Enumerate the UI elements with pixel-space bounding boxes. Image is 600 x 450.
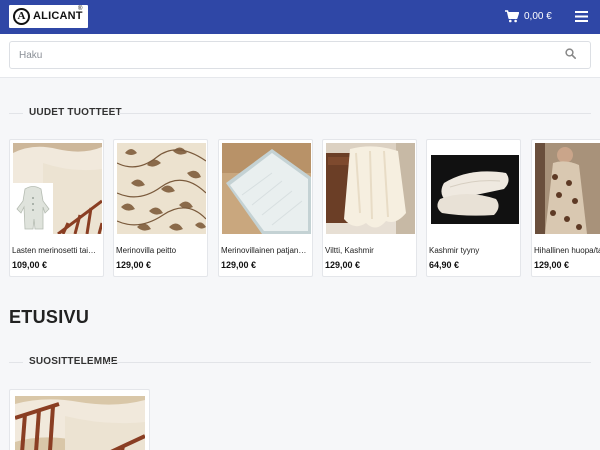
product-name[interactable]: Viltti, Kashmir (325, 246, 411, 256)
product-price: 129,00 € (325, 260, 361, 270)
new-products-heading: UUDET TUOTTEET (9, 106, 591, 120)
alicant-logo[interactable]: A ALICANT ® (9, 5, 88, 28)
product-card[interactable]: Lasten merinosetti tai hihattomat 109,00… (9, 139, 104, 277)
product-image[interactable] (13, 143, 102, 234)
heading-divider-right (119, 113, 591, 114)
heading-divider-left (9, 362, 23, 363)
product-card[interactable]: Viltti, Kashmir 129,00 € (322, 139, 417, 277)
search-input[interactable] (9, 41, 591, 69)
cart-icon[interactable] (505, 10, 519, 23)
product-price: 129,00 € (534, 260, 570, 270)
product-card[interactable]: Merinovilla peitto 129,00 € (113, 139, 208, 277)
product-name[interactable]: Lasten merinosetti tai hihattomat (12, 246, 98, 256)
hamburger-menu-icon[interactable] (575, 11, 588, 22)
product-price: 64,90 € (429, 260, 460, 270)
cart-total[interactable]: 0,00 € (524, 11, 552, 23)
product-image[interactable] (326, 143, 415, 234)
logo-registered-mark: ® (78, 6, 83, 12)
product-card[interactable]: Merinovillainen patjansuojus 129,00 € (218, 139, 313, 277)
recommended-product-card[interactable] (9, 389, 150, 450)
logo-mark: A (13, 8, 30, 25)
product-image[interactable] (430, 143, 519, 234)
page-title: ETUSIVU (9, 307, 90, 327)
top-header: A ALICANT ® 0,00 € (0, 0, 600, 34)
product-image[interactable] (15, 396, 145, 450)
product-card[interactable]: Kashmir tyyny 64,90 € (426, 139, 521, 277)
product-name[interactable]: Hihallinen huopa/takki (534, 246, 600, 256)
product-image[interactable] (535, 143, 600, 234)
heading-divider-right (107, 362, 591, 363)
heading-divider-left (9, 113, 23, 114)
logo-text: ALICANT (33, 10, 83, 22)
search-bar (0, 34, 600, 78)
product-price: 129,00 € (116, 260, 152, 270)
recommended-title: SUOSITTELEMME (29, 356, 118, 367)
product-name[interactable]: Kashmir tyyny (429, 246, 515, 256)
product-card[interactable]: Hihallinen huopa/takki 129,00 € (531, 139, 600, 277)
recommended-heading: SUOSITTELEMME (9, 355, 591, 369)
product-name[interactable]: Merinovillainen patjansuojus (221, 246, 307, 256)
search-icon[interactable] (565, 48, 576, 59)
product-price: 129,00 € (221, 260, 257, 270)
product-image[interactable] (117, 143, 206, 234)
product-name[interactable]: Merinovilla peitto (116, 246, 202, 256)
new-products-title: UUDET TUOTTEET (29, 107, 122, 118)
product-image[interactable] (222, 143, 311, 234)
product-price: 109,00 € (12, 260, 48, 270)
